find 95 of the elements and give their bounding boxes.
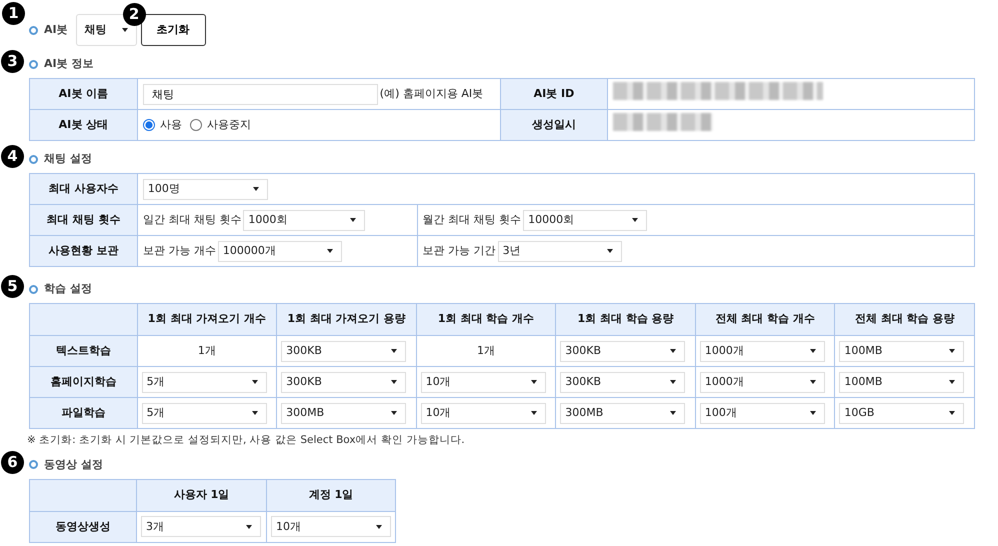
row-header: 생성일시 [500, 110, 608, 140]
column-header: 1회 최대 가져오기 개수 [137, 304, 277, 336]
caret-icon [530, 411, 537, 415]
caret-icon [670, 411, 676, 415]
step-number: 5 [1, 275, 24, 298]
select-field[interactable]: 10개 [420, 402, 546, 424]
caret-icon [949, 411, 956, 415]
footnote: ※ 초기화: 초기화 시 기본값으로 설정되지만, 사용 값은 Select Box에서 확인 가능합니다. [27, 433, 466, 448]
field-label: 보관 가능 개수 [142, 242, 216, 259]
select-field[interactable]: 300KB [281, 340, 406, 362]
select-field[interactable]: 300MB [281, 402, 406, 424]
field-label: 보관 가능 기간 [422, 242, 496, 259]
caret-icon [810, 411, 816, 415]
caret-icon [246, 524, 252, 529]
select-field[interactable]: 300KB [281, 372, 406, 392]
column-header: 1회 최대 학습 개수 [416, 304, 556, 336]
table-cell: 1개 [137, 336, 277, 366]
column-header: 1회 최대 가져오기 용량 [276, 304, 416, 336]
select-field[interactable]: 1000회 [243, 210, 366, 230]
select-field[interactable]: 100MB [839, 372, 964, 392]
step-number: 4 [1, 145, 24, 168]
step-number: 1 [2, 2, 25, 25]
radio-label[interactable]: 사용중지 [206, 116, 251, 134]
select-field[interactable]: 100MB [839, 340, 964, 362]
caret-icon [949, 349, 956, 353]
caret-icon [810, 349, 816, 353]
column-header: 전체 최대 학습 개수 [695, 304, 835, 336]
caret-icon [350, 218, 356, 222]
bullet-icon [29, 284, 38, 294]
column-header: 1회 최대 학습 용량 [556, 304, 696, 336]
row-header: 최대 사용자수 [30, 174, 138, 204]
step-number: 3 [1, 50, 24, 73]
bullet-icon [29, 60, 38, 68]
column-header: 전체 최대 학습 용량 [834, 304, 974, 336]
hint-text: (예) 홈페이지용 AI봇 [380, 86, 484, 102]
select-field[interactable]: 5개 [142, 372, 267, 392]
caret-icon [252, 187, 259, 191]
caret-icon [810, 380, 816, 384]
caret-icon [252, 411, 258, 415]
select-field[interactable]: 10개 [420, 372, 546, 392]
select-field[interactable]: 300MB [560, 402, 686, 424]
section-title: 동영상 설정 [44, 456, 103, 472]
select-field[interactable]: 300KB [560, 340, 686, 362]
caret-icon [670, 380, 676, 384]
radio-button[interactable] [190, 119, 202, 131]
caret-icon [530, 380, 537, 384]
field-label: 월간 최대 채팅 횟수 [422, 212, 522, 228]
select-field[interactable]: 100000개 [218, 240, 342, 262]
field-label: 일간 최대 채팅 횟수 [142, 212, 242, 228]
select-field[interactable]: 10000회 [523, 210, 648, 230]
select-field[interactable]: 300KB [560, 372, 686, 392]
step-number: 6 [1, 450, 24, 474]
reset-button[interactable]: 초기화 [140, 14, 206, 46]
caret-icon [391, 349, 398, 353]
select-field[interactable]: 3년 [498, 240, 622, 262]
row-header: 홈페이지학습 [30, 366, 138, 398]
select-field[interactable]: 100개 [700, 402, 825, 424]
select-field[interactable]: 1000개 [700, 372, 825, 392]
caret-icon [949, 380, 956, 384]
select-field[interactable]: 3개 [141, 516, 261, 538]
row-header: 동영상생성 [30, 511, 136, 542]
table-cell: 1개 [416, 336, 556, 366]
input-field[interactable]: 채팅 [142, 84, 378, 104]
radio-label[interactable]: 사용 [160, 116, 182, 134]
caret-icon [252, 380, 258, 384]
step-number: 2 [122, 3, 146, 26]
row-header: AI봇 상태 [30, 110, 138, 140]
bullet-icon [29, 154, 38, 164]
caret-icon [391, 380, 398, 384]
select-field[interactable]: 100명 [142, 178, 268, 200]
row-header: AI봇 이름 [30, 78, 138, 110]
row-header: 사용현황 보관 [30, 236, 138, 266]
caret-icon [632, 218, 638, 222]
column-header: 계정 1일 [266, 479, 396, 512]
row-header: 텍스트학습 [30, 336, 138, 366]
select-field[interactable]: 10개 [270, 516, 391, 538]
caret-icon [606, 249, 613, 253]
caret-icon [670, 349, 676, 353]
bullet-icon [29, 460, 38, 470]
select-field[interactable]: 1000개 [700, 340, 825, 362]
column-header: 사용자 1일 [136, 479, 266, 512]
caret-icon [391, 411, 398, 415]
section-title: 채팅 설정 [44, 150, 92, 167]
select-field[interactable]: 5개 [142, 402, 267, 424]
select-field[interactable]: 10GB [839, 402, 964, 424]
row-header: 파일학습 [30, 398, 138, 428]
caret-icon [326, 249, 333, 253]
caret-icon [376, 524, 382, 529]
row-header: AI봇 ID [500, 78, 608, 110]
section-title: 학습 설정 [44, 280, 92, 297]
row-header: 최대 채팅 횟수 [30, 204, 138, 236]
field-label: AI봇 [44, 22, 68, 38]
radio-button[interactable] [142, 119, 155, 131]
bullet-icon [29, 26, 38, 34]
section-title: AI봇 정보 [44, 56, 94, 72]
